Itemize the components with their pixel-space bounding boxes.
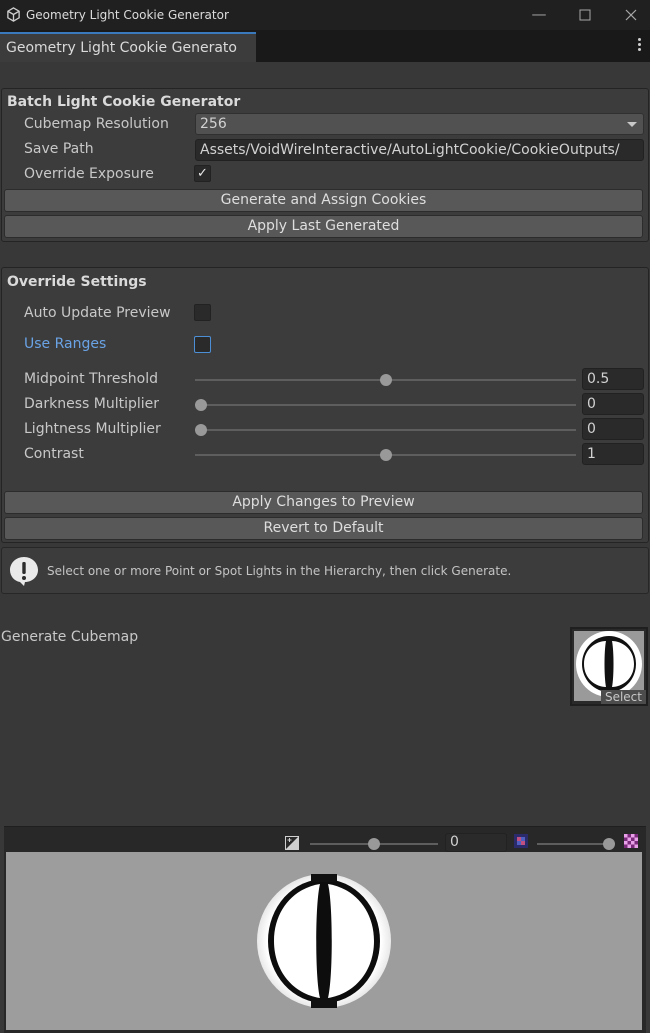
cubemap-preview-area: 0	[4, 826, 646, 1033]
mip-level-field[interactable]: 0	[445, 833, 507, 852]
help-message: Select one or more Point or Spot Lights …	[47, 564, 512, 578]
use-ranges-checkbox[interactable]	[194, 336, 211, 353]
override-exposure-checkbox[interactable]: ✓	[194, 165, 211, 182]
mip-low-icon[interactable]	[514, 834, 528, 848]
kebab-menu-icon[interactable]	[636, 38, 642, 54]
midpoint-threshold-field[interactable]: 0.5	[582, 368, 644, 390]
window-title: Geometry Light Cookie Generator	[26, 8, 229, 22]
midpoint-threshold-thumb[interactable]	[379, 374, 392, 386]
contrast-field[interactable]: 1	[582, 443, 644, 465]
auto-update-preview-checkbox[interactable]	[194, 304, 211, 321]
contrast-thumb[interactable]	[379, 449, 392, 461]
unity-app-icon	[7, 7, 20, 22]
generate-cubemap-label: Generate Cubemap	[1, 629, 139, 645]
tab-geometry-light-cookie-generator[interactable]: Geometry Light Cookie Generato	[0, 32, 256, 62]
darkness-multiplier-slider[interactable]	[195, 404, 576, 406]
cubemap-resolution-dropdown[interactable]: 256	[195, 113, 644, 135]
revert-default-button[interactable]: Revert to Default	[4, 517, 643, 540]
batch-section-title: Batch Light Cookie Generator	[7, 94, 241, 110]
cubemap-preview-canvas[interactable]	[6, 852, 642, 1030]
use-ranges-label: Use Ranges	[24, 336, 107, 352]
zoom-slider-thumb[interactable]	[603, 838, 615, 850]
cubemap-resolution-value: 256	[200, 116, 227, 132]
darkness-multiplier-thumb[interactable]	[195, 399, 207, 411]
chevron-down-icon	[627, 122, 637, 127]
select-button[interactable]: Select	[600, 690, 646, 704]
auto-update-preview-label: Auto Update Preview	[24, 305, 171, 321]
generate-assign-cookies-button[interactable]: Generate and Assign Cookies	[4, 189, 643, 212]
exposure-icon[interactable]	[285, 836, 299, 850]
darkness-multiplier-label: Darkness Multiplier	[24, 396, 160, 412]
lightness-multiplier-slider[interactable]	[195, 429, 576, 431]
exposure-slider-thumb[interactable]	[368, 838, 380, 850]
override-section-title: Override Settings	[7, 274, 147, 290]
tab-bar: Geometry Light Cookie Generato	[0, 30, 650, 62]
darkness-multiplier-field[interactable]: 0	[582, 393, 644, 415]
mip-high-icon[interactable]	[624, 834, 638, 848]
preview-toolbar: 0	[4, 827, 646, 852]
contrast-label: Contrast	[24, 446, 84, 462]
minimize-icon[interactable]: —	[516, 0, 562, 30]
close-icon[interactable]	[608, 0, 650, 30]
lightness-multiplier-label: Lightness Multiplier	[24, 421, 161, 437]
cookie-sphere-preview	[257, 874, 391, 1008]
maximize-icon[interactable]	[562, 0, 608, 30]
save-path-input[interactable]: Assets/VoidWireInteractive/AutoLightCook…	[195, 139, 644, 161]
cubemap-resolution-label: Cubemap Resolution	[24, 116, 169, 132]
override-exposure-label: Override Exposure	[24, 166, 154, 182]
save-path-label: Save Path	[24, 141, 94, 157]
window-titlebar: Geometry Light Cookie Generator —	[0, 0, 650, 30]
warning-exclamation-icon	[10, 557, 38, 586]
info-helpbox: Select one or more Point or Spot Lights …	[1, 547, 649, 594]
midpoint-threshold-label: Midpoint Threshold	[24, 371, 159, 387]
lightness-multiplier-thumb[interactable]	[195, 424, 207, 436]
checkmark-icon: ✓	[197, 166, 208, 181]
apply-changes-preview-button[interactable]: Apply Changes to Preview	[4, 491, 643, 514]
apply-last-generated-button[interactable]: Apply Last Generated	[4, 215, 643, 238]
cubemap-object-field[interactable]: Select	[570, 627, 648, 706]
lightness-multiplier-field[interactable]: 0	[582, 418, 644, 440]
